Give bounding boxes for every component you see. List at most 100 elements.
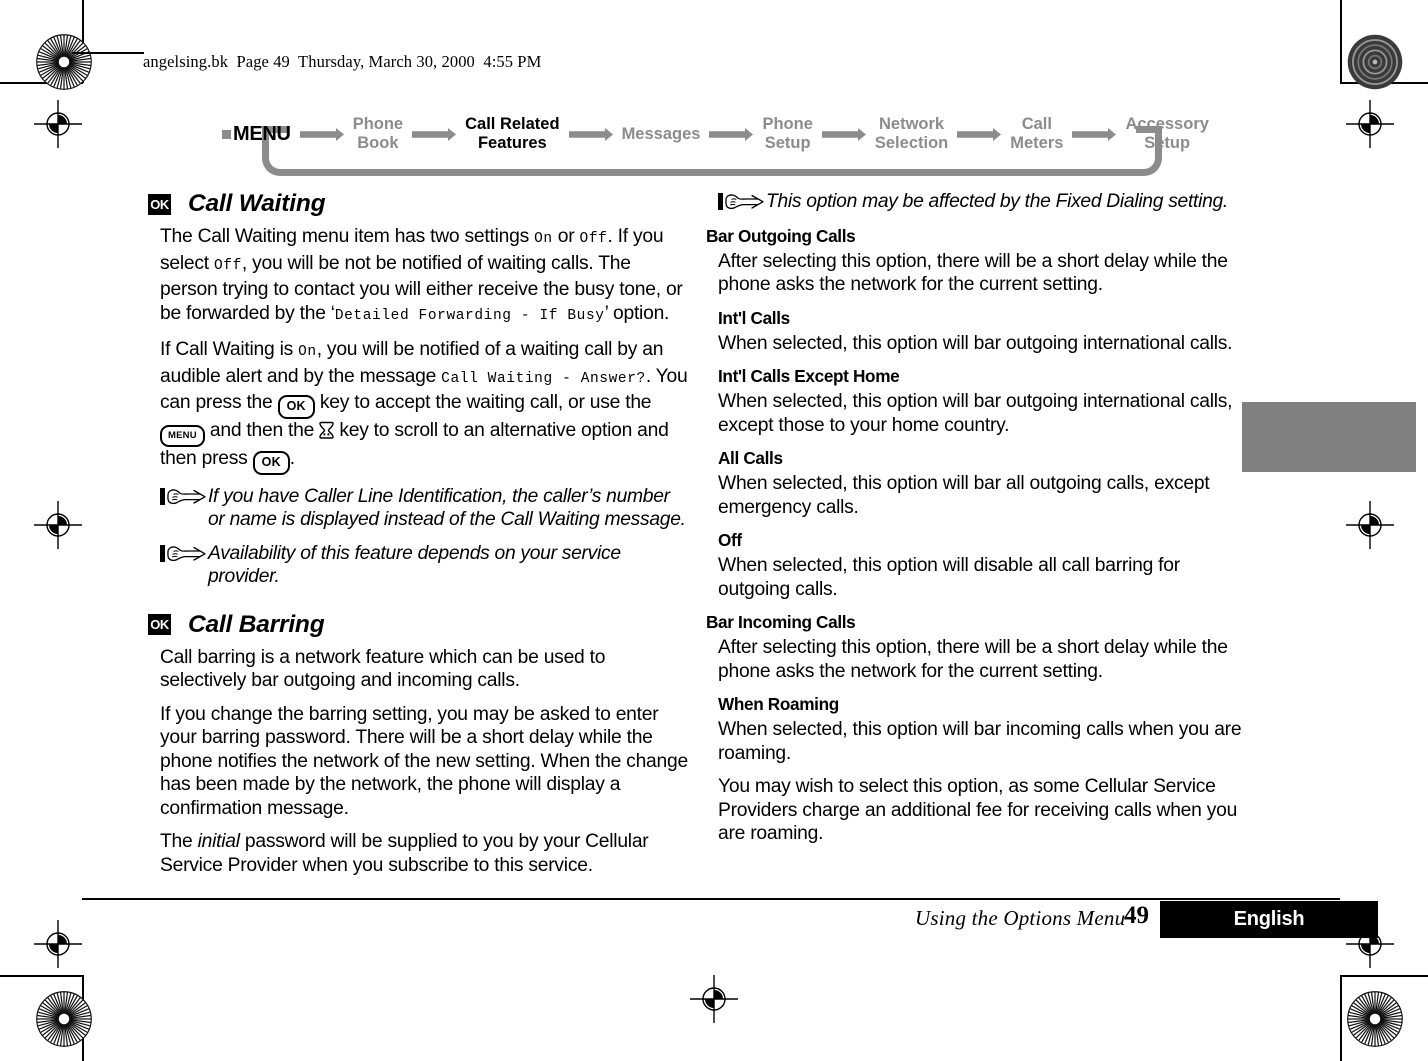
- file-header-rule: [72, 52, 144, 54]
- call-barring-paragraph-1: Call barring is a network feature which …: [160, 646, 606, 692]
- nav-item-phone-setup[interactable]: Phone Setup: [760, 115, 814, 153]
- subheading-bar-incoming-calls: Bar Incoming Calls: [706, 612, 856, 632]
- nav-item-call-related-features-line2: Features: [477, 134, 547, 152]
- section-title-call-barring: Call Barring: [188, 610, 325, 638]
- ok-badge-icon: OK: [148, 193, 171, 215]
- body-when-roaming: When selected, this option will bar inco…: [718, 719, 1242, 764]
- cw-p2-a: If Call Waiting is: [160, 339, 299, 360]
- nav-connector-0: [299, 127, 344, 141]
- print-file-header: angelsing.bk Page 49 Thursday, March 30,…: [143, 52, 542, 71]
- menu-square-icon: [222, 129, 231, 139]
- nav-menu-root[interactable]: MENU: [222, 123, 291, 146]
- cw-p1-off2: Off: [213, 257, 242, 274]
- cw-p2-d: key to accept the waiting call, or use t…: [314, 392, 652, 413]
- cb-p3-initial: initial: [197, 831, 240, 852]
- body-bar-outgoing-calls: After selecting this option, there will …: [718, 250, 1228, 296]
- body-bar-incoming-calls: After selecting this option, there will …: [718, 637, 1228, 682]
- subheading-when-roaming: When Roaming: [718, 694, 839, 714]
- nav-connector-1: [412, 127, 457, 141]
- nav-connector-4: [821, 127, 866, 141]
- nav-connector-2: [568, 127, 613, 141]
- nav-item-network-selection-line1: Network: [879, 115, 945, 133]
- menu-breadcrumb-nav: MENU Phone Book Call Related Features Me…: [222, 108, 1209, 176]
- note-caller-line-identification-text: If you have Caller Line Identification, …: [208, 485, 686, 531]
- note-caller-line-identification: If you have Caller Line Identification, …: [160, 485, 690, 532]
- nav-item-call-meters[interactable]: Call Meters: [1008, 115, 1065, 153]
- crop-line-top-right-vertical: [1340, 0, 1342, 83]
- subheading-all-calls: All Calls: [718, 448, 783, 468]
- note-fixed-dialing: This option may be affected by the Fixed…: [718, 190, 1248, 214]
- call-waiting-paragraph-2: If Call Waiting is On, you will be notif…: [160, 338, 690, 475]
- crop-line-bottom-left-horizontal: [0, 975, 83, 977]
- section-title-call-waiting: Call Waiting: [188, 190, 326, 217]
- left-column: OK Call Waiting The Call Waiting menu it…: [148, 190, 690, 877]
- nav-connector-5: [957, 127, 1002, 141]
- nav-menu-label: MENU: [233, 122, 291, 145]
- cb-p3-a: The: [160, 831, 198, 852]
- chapter-thumb-tab: [1242, 402, 1416, 472]
- pointing-hand-icon-2: [160, 543, 206, 565]
- registration-mark-top-right: [1346, 100, 1394, 148]
- ok-key-icon: OK: [277, 395, 315, 419]
- nav-item-phone-setup-line2: Setup: [764, 134, 811, 152]
- nav-item-accessory-setup-line2: Setup: [1144, 134, 1191, 152]
- cw-p2-g: .: [289, 448, 295, 469]
- pointing-hand-icon-3: [718, 191, 764, 213]
- registration-mark-top-left: [34, 100, 82, 148]
- registration-mark-right-middle: [1346, 501, 1394, 549]
- registration-mark-left-middle: [34, 501, 82, 549]
- scroll-key-icon: [319, 421, 334, 440]
- footer-rule: [82, 898, 1340, 900]
- registration-mark-bottom-left: [34, 920, 82, 968]
- menu-key-icon: MENU: [160, 424, 205, 447]
- nav-item-phone-book[interactable]: Phone Book: [351, 115, 405, 153]
- body-intl-calls: When selected, this option will bar outg…: [718, 332, 1233, 354]
- section-heading-call-barring: OK Call Barring: [148, 611, 678, 639]
- nav-item-call-meters-line1: Call: [1021, 115, 1052, 133]
- nav-connector-6: [1072, 127, 1117, 141]
- registration-mark-bottom-center: [690, 975, 738, 1023]
- cw-p1-on: On: [534, 231, 553, 247]
- cw-p1-e: ’ option.: [604, 302, 670, 324]
- nav-item-messages-line1: Messages: [621, 124, 701, 143]
- cw-p1-a: The Call Waiting menu item has two setti…: [160, 226, 535, 247]
- nav-item-list: MENU Phone Book Call Related Features Me…: [222, 108, 1211, 160]
- note-availability-service-provider: Availability of this feature depends on …: [160, 542, 690, 589]
- body-roaming-fee-note: You may wish to select this option, as s…: [718, 776, 1238, 844]
- nav-item-network-selection[interactable]: Network Selection: [873, 115, 950, 153]
- nav-item-network-selection-line2: Selection: [874, 134, 949, 152]
- subheading-intl-calls: Int'l Calls: [718, 307, 790, 328]
- starburst-mark-bottom-right: [1346, 990, 1404, 1053]
- subheading-bar-outgoing-calls: Bar Outgoing Calls: [706, 225, 856, 246]
- nav-item-accessory-setup-line1: Accessory: [1125, 115, 1209, 133]
- pointing-hand-icon: [160, 486, 206, 508]
- call-barring-paragraph-3: The initial password will be supplied to…: [160, 830, 690, 877]
- crop-line-bottom-right-horizontal: [1340, 975, 1428, 977]
- cw-p2-on: On: [298, 344, 317, 360]
- nav-item-call-related-features-line1: Call Related: [465, 115, 560, 133]
- starburst-mark-top-left: [35, 33, 93, 96]
- cw-p2-msg: Call Waiting - Answer?: [441, 370, 646, 387]
- body-intl-calls-except-home: When selected, this option will bar outg…: [718, 391, 1233, 436]
- note-availability-service-provider-text: Availability of this feature depends on …: [208, 542, 621, 588]
- ok-badge-icon-3: OK: [148, 614, 171, 635]
- right-column: This option may be affected by the Fixed…: [706, 190, 1248, 846]
- nav-item-accessory-setup[interactable]: Accessory Setup: [1123, 115, 1210, 153]
- subheading-intl-calls-except-home: Int'l Calls Except Home: [718, 366, 900, 386]
- section-heading-call-waiting: OK Call Waiting: [148, 190, 678, 218]
- cw-p1-code: Detailed Forwarding - If Busy: [334, 307, 605, 324]
- call-waiting-paragraph-1: The Call Waiting menu item has two setti…: [160, 225, 690, 328]
- call-barring-paragraph-2: If you change the barring setting, you m…: [160, 703, 688, 819]
- nav-item-call-related-features[interactable]: Call Related Features: [463, 115, 561, 153]
- subheading-off: Off: [718, 530, 742, 550]
- cw-p1-b: or: [552, 226, 580, 247]
- body-off: When selected, this option will disable …: [718, 555, 1180, 600]
- footer-page-number: 49: [1124, 902, 1149, 929]
- nav-item-messages[interactable]: Messages: [620, 125, 703, 144]
- nav-item-phone-setup-line1: Phone: [762, 115, 813, 133]
- nav-item-phone-book-line2: Book: [357, 134, 399, 152]
- nav-item-call-meters-line2: Meters: [1010, 134, 1064, 152]
- note-fixed-dialing-text: This option may be affected by the Fixed…: [766, 191, 1228, 212]
- footer-running-head: Using the Options Menu: [915, 906, 1126, 930]
- footer-language-bar: English: [1160, 901, 1378, 938]
